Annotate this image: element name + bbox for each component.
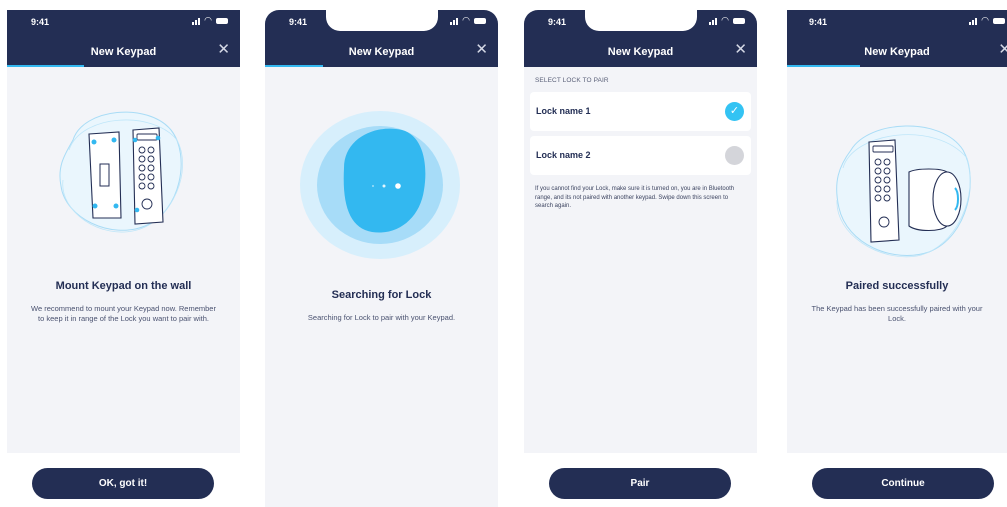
- pair-button[interactable]: Pair: [549, 468, 731, 499]
- status-time: 9:41: [289, 17, 308, 27]
- app-header: 9:41 ◠ New Keypad ✕: [265, 10, 498, 67]
- progress-fill: [265, 65, 324, 67]
- wifi-icon: ◠: [204, 15, 212, 25]
- page-title: New Keypad: [348, 46, 415, 58]
- screen-heading: Paired successfully: [845, 280, 949, 292]
- loading-dot: [372, 185, 374, 187]
- wifi-icon: ◠: [721, 15, 729, 25]
- status-icons: ◠: [969, 16, 1005, 25]
- page-title: New Keypad: [607, 46, 674, 58]
- signal-icon: [709, 17, 718, 25]
- section-label: SELECT LOCK TO PAIR: [535, 77, 609, 84]
- phone-notch: [584, 10, 697, 31]
- wifi-icon: ◠: [462, 15, 470, 25]
- screen-heading: Mount Keypad on the wall: [55, 280, 192, 292]
- paired-illustration: [836, 125, 971, 258]
- battery-icon: [993, 18, 1005, 24]
- screen-select-lock: 9:41 ◠ New Keypad ✕ SELECT LOCK TO PAIR …: [524, 10, 757, 453]
- screen-description: Searching for Lock to pair with your Key…: [307, 313, 456, 322]
- screen-description: We recommend to mount your Keypad now. R…: [31, 304, 216, 323]
- screen-searching: 9:41 ◠ New Keypad ✕ Searching for Lock S…: [265, 10, 498, 507]
- lock-option-2[interactable]: Lock name 2: [530, 136, 751, 175]
- phone-notch: [325, 10, 438, 31]
- status-time: 9:41: [548, 17, 567, 27]
- close-icon[interactable]: ✕: [734, 42, 747, 57]
- signal-icon: [192, 17, 201, 25]
- close-icon[interactable]: ✕: [217, 42, 230, 57]
- app-header: 9:41 ◠ New Keypad ✕: [787, 10, 1007, 67]
- lock-name: Lock name 1: [536, 106, 591, 116]
- loading-dot: [382, 184, 386, 188]
- page-title: New Keypad: [864, 46, 930, 58]
- battery-icon: [474, 18, 486, 24]
- progress-fill: [787, 65, 860, 67]
- close-icon[interactable]: ✕: [998, 42, 1007, 57]
- ok-got-it-button[interactable]: OK, got it!: [32, 468, 214, 499]
- app-header: 9:41 ◠ New Keypad ✕: [7, 10, 240, 67]
- wifi-icon: ◠: [981, 15, 989, 25]
- battery-icon: [733, 18, 745, 24]
- status-time: 9:41: [809, 17, 828, 27]
- screen-description: The Keypad has been successfully paired …: [811, 304, 983, 323]
- help-text: If you cannot find your Lock, make sure …: [535, 186, 735, 209]
- checkmark-selected-icon[interactable]: ✓: [725, 102, 744, 121]
- loading-dot: [395, 183, 401, 189]
- screen-heading: Searching for Lock: [331, 289, 432, 301]
- page-title: New Keypad: [90, 46, 157, 58]
- signal-icon: [969, 17, 978, 25]
- screen-paired: 9:41 ◠ New Keypad ✕ Paired successfully …: [787, 10, 1007, 453]
- status-icons: ◠: [192, 16, 228, 25]
- close-icon[interactable]: ✕: [475, 42, 488, 57]
- radio-unselected-icon[interactable]: [725, 146, 744, 165]
- app-header: 9:41 ◠ New Keypad ✕: [524, 10, 757, 67]
- searching-animation: [300, 111, 460, 259]
- keypad-device: [132, 127, 164, 225]
- status-icons: ◠: [450, 16, 486, 25]
- status-time: 9:41: [31, 17, 50, 27]
- progress-bar: [7, 65, 240, 67]
- lock-option-1[interactable]: Lock name 1 ✓: [530, 92, 751, 131]
- signal-icon: [450, 17, 459, 25]
- smart-lock: [908, 168, 962, 232]
- keypad-device: [868, 139, 900, 243]
- progress-fill: [7, 65, 84, 67]
- mounting-plate: [88, 131, 122, 219]
- lock-name: Lock name 2: [536, 150, 591, 160]
- keypad-mounting-illustration: [59, 111, 183, 233]
- battery-icon: [216, 18, 228, 24]
- progress-bar: [265, 65, 498, 67]
- screen-mount-keypad: 9:41 ◠ New Keypad ✕ Mount Keypad on the …: [7, 10, 240, 453]
- progress-bar: [787, 65, 1007, 67]
- continue-button[interactable]: Continue: [812, 468, 994, 499]
- status-icons: ◠: [709, 16, 745, 25]
